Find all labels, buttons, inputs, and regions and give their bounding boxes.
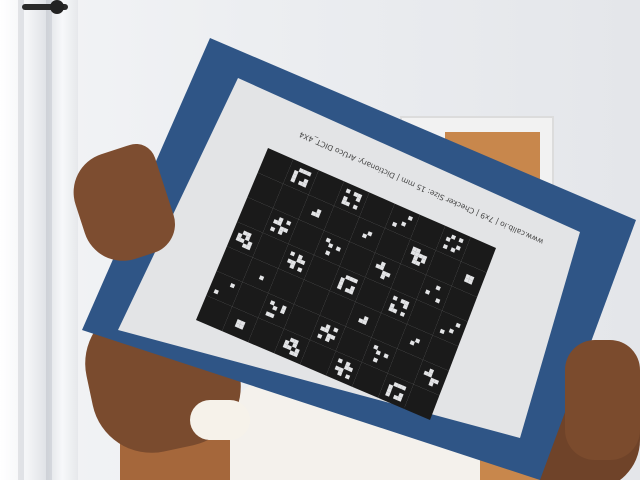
person-right-hand: [565, 340, 640, 460]
photo-scene: www.calib.io | 7x9 | Checker Size: 15 mm…: [0, 0, 640, 480]
